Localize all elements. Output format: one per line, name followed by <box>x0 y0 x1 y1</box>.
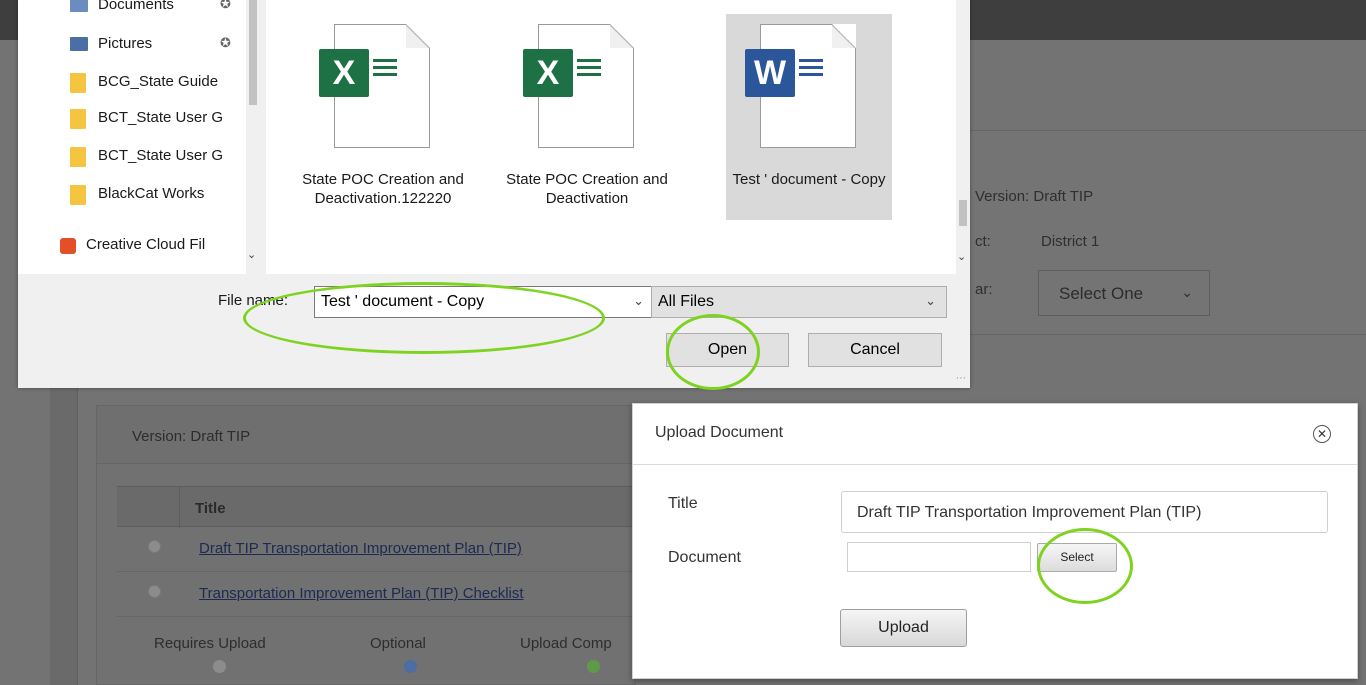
modal-title: Upload Document <box>655 424 784 441</box>
table-row: Draft TIP Transportation Improvement Pla… <box>117 527 637 572</box>
upload-button[interactable]: Upload <box>840 609 967 647</box>
card-version-label: Version: Draft TIP <box>132 428 251 445</box>
year-select[interactable]: Select One ⌄ <box>1038 270 1210 316</box>
cancel-button[interactable]: Cancel <box>808 333 942 367</box>
folder-icon <box>70 147 86 167</box>
word-badge: W <box>745 49 795 97</box>
card-header: Version: Draft TIP <box>97 406 635 464</box>
folder-icon <box>70 73 86 93</box>
pin-icon: ✪ <box>220 35 231 50</box>
file-item[interactable]: X State POC Creation and Deactivation.12… <box>300 0 470 274</box>
year-label: ar: <box>975 281 993 298</box>
excel-grid-lines <box>577 59 601 87</box>
files-scrollbar[interactable]: ⌄ <box>956 0 970 274</box>
file-name: State POC Creation and Deactivation.1222… <box>302 171 464 207</box>
excel-grid-lines <box>373 59 397 87</box>
district-label: ct: <box>975 233 991 250</box>
chevron-down-icon: ⌄ <box>1181 284 1193 300</box>
folder-icon <box>70 109 86 129</box>
table-row: Transportation Improvement Plan (TIP) Ch… <box>117 572 637 617</box>
modal-header: Upload Document ✕ <box>633 404 1357 465</box>
pin-icon: ✪ <box>220 0 231 11</box>
upload-document-modal: Upload Document ✕ Title Draft TIP Transp… <box>632 403 1358 679</box>
excel-badge: X <box>523 49 573 97</box>
nav-scroll-thumb[interactable] <box>249 0 257 105</box>
background-left-rule <box>50 388 78 685</box>
open-button[interactable]: Open <box>666 333 789 367</box>
document-label: Document <box>668 549 741 566</box>
upload-complete-icon <box>587 660 600 673</box>
resize-grip-icon[interactable]: ⋯ <box>956 373 966 384</box>
folder-icon <box>70 185 86 205</box>
legend-optional: Optional <box>370 635 426 652</box>
status-icon <box>148 585 161 598</box>
excel-file-icon: X <box>523 24 634 148</box>
requires-upload-icon <box>213 660 226 673</box>
creative-cloud-icon <box>60 238 76 254</box>
file-name-value: Test ' document - Copy <box>321 293 485 310</box>
title-label: Title <box>668 495 698 512</box>
word-text-lines <box>799 59 823 87</box>
files-pane: X State POC Creation and Deactivation.12… <box>266 0 956 274</box>
documents-table: Title Draft TIP Transportation Improveme… <box>117 486 637 617</box>
file-name: Test ' document - Copy <box>732 171 886 188</box>
select-button[interactable]: Select <box>1037 543 1117 572</box>
year-select-value: Select One <box>1059 284 1144 303</box>
file-item-selected[interactable]: W Test ' document - Copy <box>726 0 896 274</box>
district-value: District 1 <box>1041 233 1100 250</box>
chevron-down-icon[interactable]: ⌄ <box>633 293 644 309</box>
file-name-input[interactable]: Test ' document - Copy ⌄ <box>314 286 653 318</box>
files-scroll-thumb[interactable] <box>959 200 967 226</box>
close-icon[interactable]: ✕ <box>1313 425 1331 443</box>
document-field[interactable] <box>847 542 1031 572</box>
header-divider <box>179 487 180 528</box>
documents-icon <box>70 0 88 12</box>
file-item[interactable]: X State POC Creation and Deactivation <box>504 0 674 274</box>
legend-upload-complete: Upload Comp <box>520 635 612 652</box>
word-file-icon: W <box>745 24 856 148</box>
file-open-dialog: Documents ✪ Pictures ✪ BCG_State Guide B… <box>18 0 970 388</box>
table-header: Title <box>117 486 637 528</box>
title-input[interactable]: Draft TIP Transportation Improvement Pla… <box>841 491 1328 533</box>
document-link[interactable]: Transportation Improvement Plan (TIP) Ch… <box>199 585 524 602</box>
file-type-select[interactable]: All Files ⌄ <box>651 286 947 318</box>
nav-scrollbar[interactable]: ⌄ <box>246 0 260 274</box>
document-link[interactable]: Draft TIP Transportation Improvement Pla… <box>199 540 522 557</box>
file-type-value: All Files <box>658 293 715 310</box>
optional-icon <box>404 660 417 673</box>
legend-requires-upload: Requires Upload <box>154 635 266 652</box>
file-name: State POC Creation and Deactivation <box>506 171 668 207</box>
file-name-label: File name: <box>218 292 289 309</box>
excel-file-icon: X <box>319 24 430 148</box>
pictures-icon <box>70 37 88 51</box>
title-column-header: Title <box>195 500 226 517</box>
chevron-down-icon[interactable]: ⌄ <box>247 248 256 261</box>
chevron-down-icon[interactable]: ⌄ <box>957 250 966 263</box>
chevron-down-icon[interactable]: ⌄ <box>925 293 936 309</box>
excel-badge: X <box>319 49 369 97</box>
version-label: Version: Draft TIP <box>975 188 1094 205</box>
status-icon <box>148 540 161 553</box>
navigation-pane: Documents ✪ Pictures ✪ BCG_State Guide B… <box>18 0 260 274</box>
